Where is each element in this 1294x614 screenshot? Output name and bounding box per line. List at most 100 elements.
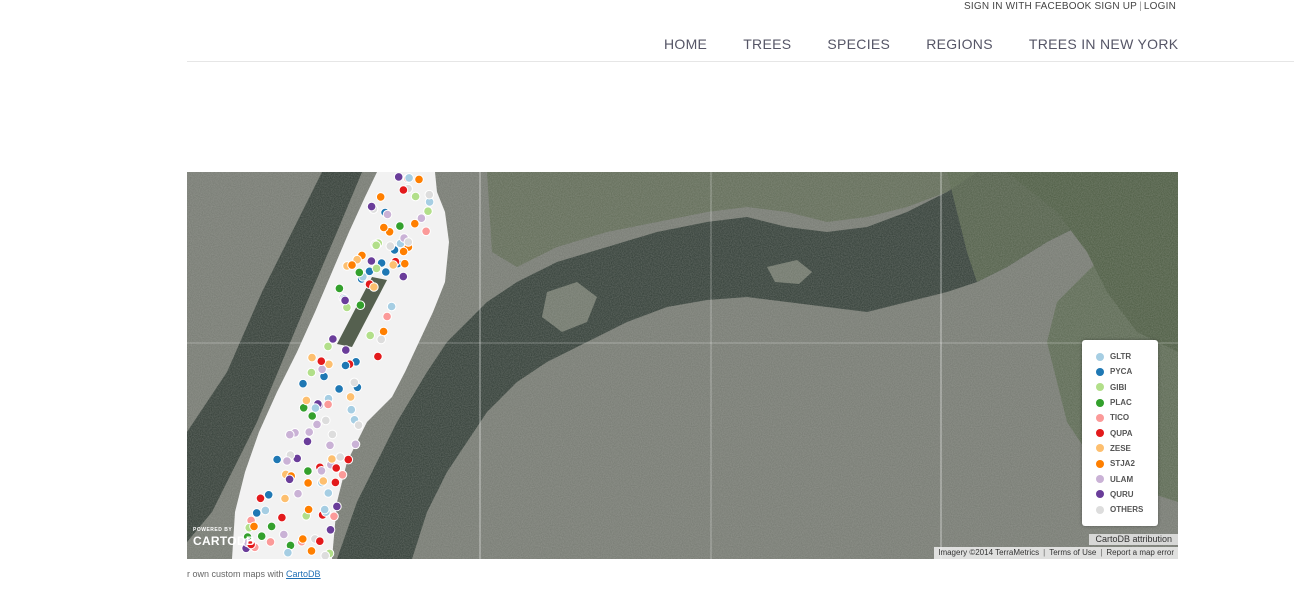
tree-point[interactable] bbox=[366, 201, 377, 212]
nav-regions[interactable]: REGIONS bbox=[926, 36, 993, 56]
tree-point[interactable] bbox=[404, 173, 414, 183]
tree-point[interactable] bbox=[421, 226, 431, 237]
nav-trees-in-new-york[interactable]: TREES IN NEW YORK bbox=[1029, 36, 1179, 56]
tree-point[interactable] bbox=[327, 429, 338, 440]
tree-point[interactable] bbox=[279, 529, 289, 540]
tree-point[interactable] bbox=[385, 241, 396, 251]
tree-point[interactable] bbox=[398, 246, 409, 257]
tree-point[interactable] bbox=[283, 547, 293, 558]
tree-point[interactable] bbox=[282, 456, 292, 466]
tree-point[interactable] bbox=[379, 222, 389, 233]
tree-point[interactable] bbox=[277, 512, 287, 523]
tree-point[interactable] bbox=[321, 415, 331, 426]
tree-point[interactable] bbox=[353, 420, 364, 430]
tree-point[interactable] bbox=[323, 488, 334, 498]
tree-point[interactable] bbox=[260, 505, 271, 516]
tree-point[interactable] bbox=[350, 439, 361, 450]
tree-point[interactable] bbox=[312, 419, 322, 430]
cartodb-attribution-button[interactable]: CartoDB attribution bbox=[1089, 534, 1178, 545]
tree-point[interactable] bbox=[285, 429, 295, 440]
tree-point[interactable] bbox=[319, 504, 330, 515]
tree-point[interactable] bbox=[318, 476, 329, 486]
report-map-error-link[interactable]: Report a map error bbox=[1106, 548, 1174, 557]
tree-point[interactable] bbox=[280, 493, 290, 504]
login-link[interactable]: LOGIN bbox=[1144, 1, 1176, 12]
tree-point[interactable] bbox=[317, 364, 327, 375]
tree-point[interactable] bbox=[381, 267, 391, 277]
tree-point[interactable] bbox=[382, 209, 393, 220]
tree-point[interactable] bbox=[323, 399, 333, 410]
tree-point[interactable] bbox=[340, 295, 350, 306]
tree-point[interactable] bbox=[345, 392, 356, 402]
signup-link[interactable]: SIGN UP bbox=[1095, 1, 1138, 12]
tree-point[interactable] bbox=[325, 440, 335, 451]
nav-trees[interactable]: TREES bbox=[743, 36, 791, 56]
nav-home[interactable]: HOME bbox=[664, 36, 707, 56]
terms-of-use-link[interactable]: Terms of Use bbox=[1049, 548, 1096, 557]
tree-point[interactable] bbox=[400, 258, 410, 269]
cartodb-logo[interactable]: POWERED BY CARTODB bbox=[193, 528, 255, 549]
tree-point[interactable] bbox=[298, 378, 308, 389]
tree-point[interactable] bbox=[266, 521, 277, 532]
tree-point[interactable] bbox=[423, 206, 433, 217]
tree-point[interactable] bbox=[334, 384, 344, 394]
tree-point[interactable] bbox=[325, 525, 336, 535]
tree-point[interactable] bbox=[343, 454, 354, 465]
tree-point[interactable] bbox=[303, 504, 314, 515]
tree-point[interactable] bbox=[303, 478, 313, 488]
tree-point[interactable] bbox=[310, 403, 321, 413]
tree-point[interactable] bbox=[298, 534, 308, 544]
tree-point[interactable] bbox=[306, 546, 317, 556]
tree-point[interactable] bbox=[393, 172, 404, 182]
tree-point[interactable] bbox=[371, 240, 381, 251]
tree-point[interactable] bbox=[355, 300, 366, 310]
tree-point[interactable] bbox=[334, 283, 345, 294]
tree-point[interactable] bbox=[341, 345, 351, 355]
tree-point[interactable] bbox=[331, 463, 341, 473]
tree-point[interactable] bbox=[256, 531, 267, 542]
tree-point[interactable] bbox=[378, 326, 389, 337]
tree-point[interactable] bbox=[376, 334, 386, 345]
tree-point[interactable] bbox=[303, 466, 313, 476]
tree-point[interactable] bbox=[410, 218, 420, 229]
tree-point[interactable] bbox=[398, 271, 409, 282]
tree-point[interactable] bbox=[293, 488, 303, 499]
tree-point[interactable] bbox=[337, 470, 348, 480]
tree-point[interactable] bbox=[329, 511, 339, 522]
tree-point[interactable] bbox=[335, 452, 345, 462]
tree-point[interactable] bbox=[388, 260, 398, 270]
tree-point[interactable] bbox=[398, 185, 409, 195]
tree-point[interactable] bbox=[369, 282, 379, 292]
tree-point[interactable] bbox=[320, 550, 330, 559]
tree-point[interactable] bbox=[332, 501, 342, 512]
tree-point[interactable] bbox=[375, 192, 386, 202]
tree-point[interactable] bbox=[284, 474, 295, 485]
tree-point[interactable] bbox=[315, 536, 325, 547]
tree-point[interactable] bbox=[307, 352, 317, 363]
tree-point[interactable] bbox=[349, 377, 360, 388]
tree-point[interactable] bbox=[347, 260, 357, 270]
tree-point[interactable] bbox=[373, 351, 383, 362]
tree-point[interactable] bbox=[328, 334, 338, 344]
tree-point[interactable] bbox=[306, 367, 317, 378]
tree-point[interactable] bbox=[382, 311, 392, 322]
cartodb-link[interactable]: CartoDB bbox=[286, 569, 321, 579]
nav-species[interactable]: SPECIES bbox=[827, 36, 890, 56]
tree-point[interactable] bbox=[354, 267, 365, 278]
tree-point[interactable] bbox=[340, 360, 351, 371]
tree-point[interactable] bbox=[316, 356, 327, 366]
tree-point[interactable] bbox=[304, 427, 314, 437]
tree-point[interactable] bbox=[365, 330, 375, 341]
tree-point[interactable] bbox=[272, 454, 282, 465]
tree-point[interactable] bbox=[386, 301, 397, 312]
tree-map[interactable]: GLTR PYCA GIBI PLAC TICO QUPA ZESE STJA2… bbox=[187, 172, 1178, 559]
tree-point[interactable] bbox=[302, 436, 313, 447]
tree-point[interactable] bbox=[263, 490, 274, 500]
tree-point[interactable] bbox=[251, 508, 262, 518]
signin-facebook-link[interactable]: SIGN IN WITH FACEBOOK bbox=[964, 1, 1092, 12]
tree-point[interactable] bbox=[307, 411, 317, 421]
tree-point[interactable] bbox=[255, 493, 266, 504]
tree-point[interactable] bbox=[301, 395, 312, 406]
tree-point[interactable] bbox=[327, 454, 337, 464]
tree-point[interactable] bbox=[424, 189, 435, 200]
